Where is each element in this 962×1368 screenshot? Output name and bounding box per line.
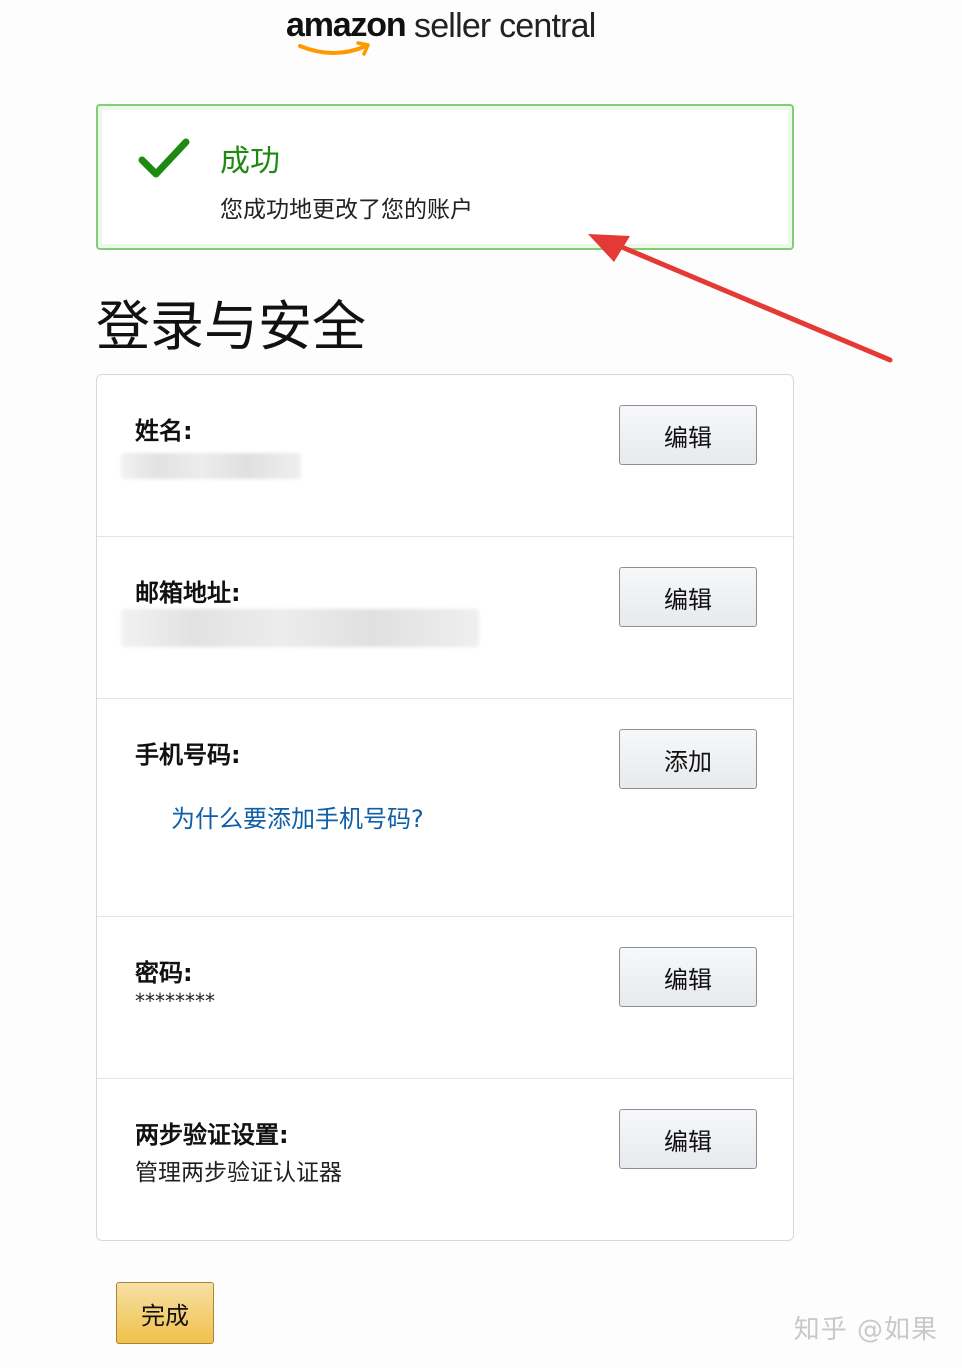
two-step-label: 两步验证设置: bbox=[135, 1121, 289, 1149]
name-label: 姓名: bbox=[135, 417, 193, 445]
email-label: 邮箱地址: bbox=[135, 579, 241, 607]
done-button[interactable]: 完成 bbox=[116, 1282, 214, 1344]
password-row: 密码: ******** 编辑 bbox=[97, 917, 793, 1079]
phone-label: 手机号码: bbox=[135, 741, 241, 769]
two-step-value: 管理两步验证认证器 bbox=[135, 1160, 342, 1186]
watermark: 知乎 @如果 bbox=[793, 1315, 938, 1345]
email-row: 邮箱地址: 编辑 bbox=[97, 537, 793, 699]
phone-row: 手机号码: 为什么要添加手机号码? 添加 bbox=[97, 699, 793, 917]
edit-two-step-button[interactable]: 编辑 bbox=[619, 1109, 757, 1169]
password-label: 密码: bbox=[135, 959, 193, 987]
why-add-phone-link[interactable]: 为什么要添加手机号码? bbox=[171, 799, 424, 834]
edit-name-button[interactable]: 编辑 bbox=[619, 405, 757, 465]
edit-email-button[interactable]: 编辑 bbox=[619, 567, 757, 627]
login-security-settings: 姓名: 编辑 邮箱地址: 编辑 手机号码: 为什么要添加手机号码? 添加 密码:… bbox=[96, 374, 794, 1241]
add-phone-button[interactable]: 添加 bbox=[619, 729, 757, 789]
two-step-row: 两步验证设置: 管理两步验证认证器 编辑 bbox=[97, 1079, 793, 1241]
name-row: 姓名: 编辑 bbox=[97, 375, 793, 537]
edit-password-button[interactable]: 编辑 bbox=[619, 947, 757, 1007]
password-value: ******** bbox=[135, 989, 215, 1013]
name-value-redacted bbox=[121, 453, 301, 479]
email-value-redacted bbox=[121, 609, 479, 647]
page-title: 登录与安全 bbox=[96, 295, 366, 358]
